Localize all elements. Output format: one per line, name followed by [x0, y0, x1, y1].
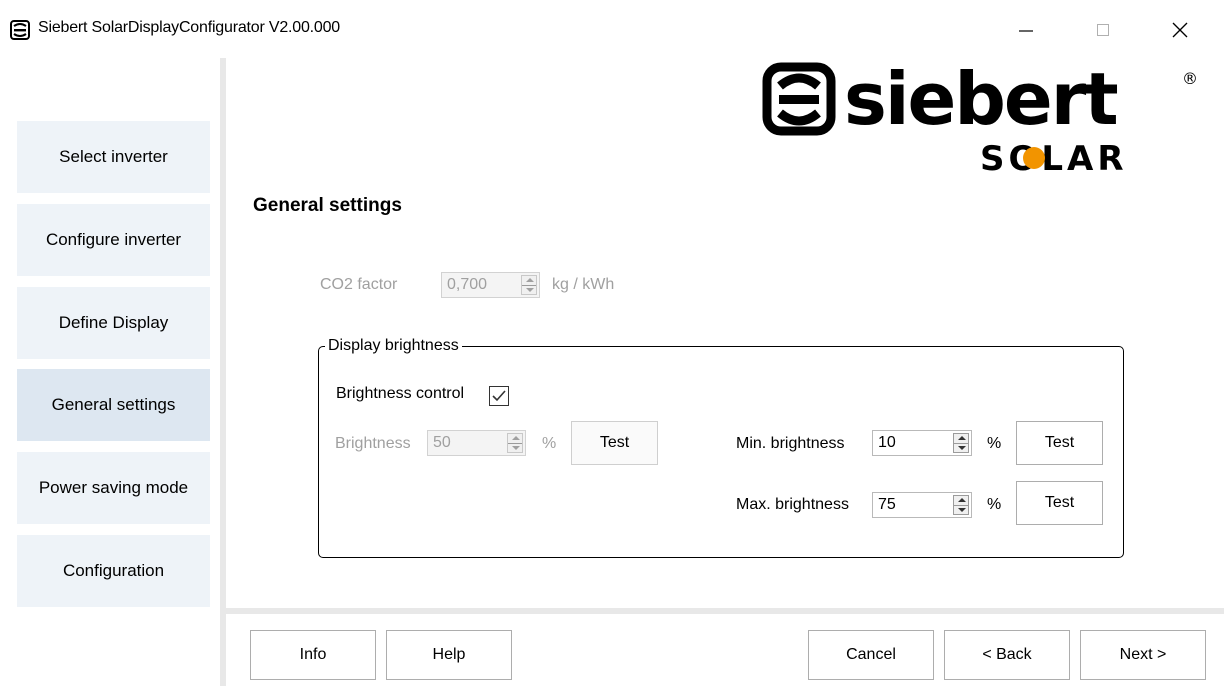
help-button[interactable]: Help: [386, 630, 512, 680]
min-brightness-test-button[interactable]: Test: [1016, 421, 1103, 465]
svg-text:®: ®: [1182, 69, 1198, 88]
maximize-icon: [1097, 24, 1109, 36]
max-brightness-test-button[interactable]: Test: [1016, 481, 1103, 525]
window-title: Siebert SolarDisplayConfigurator V2.00.0…: [38, 19, 340, 36]
max-brightness-value: 75: [878, 496, 896, 513]
info-button[interactable]: Info: [250, 630, 376, 680]
minimize-icon: [1019, 30, 1033, 32]
min-brightness-label: Min. brightness: [736, 435, 845, 452]
page-title: General settings: [253, 195, 402, 216]
min-brightness-stepper[interactable]: 10: [872, 430, 972, 456]
sidebar-divider: [220, 58, 226, 686]
sidebar-item-general-settings[interactable]: General settings: [17, 369, 210, 441]
close-icon: [1172, 22, 1188, 38]
stepper-arrows-icon: [521, 275, 537, 295]
stepper-arrows-icon: [953, 433, 969, 453]
max-brightness-stepper[interactable]: 75: [872, 492, 972, 518]
svg-text:SOLAR: SOLAR: [980, 139, 1128, 179]
sidebar-item-configuration[interactable]: Configuration: [17, 535, 210, 607]
brightness-label: Brightness: [335, 435, 411, 452]
maximize-button[interactable]: [1080, 10, 1126, 50]
min-brightness-unit: %: [987, 435, 1002, 452]
title-bar: Siebert SolarDisplayConfigurator V2.00.0…: [0, 0, 1224, 58]
brightness-stepper[interactable]: 50: [427, 430, 526, 456]
stepper-arrows-icon: [953, 495, 969, 515]
max-brightness-unit: %: [987, 496, 1002, 513]
cancel-button[interactable]: Cancel: [808, 630, 934, 680]
brightness-control-label: Brightness control: [336, 385, 465, 402]
siebert-emblem-icon: [762, 62, 836, 136]
sidebar-item-define-display[interactable]: Define Display: [17, 287, 210, 359]
siebert-solar-logo: siebert ® SOLAR: [762, 62, 1198, 179]
co2-factor-value: 0,700: [447, 276, 488, 293]
brightness-unit: %: [542, 435, 557, 452]
app-icon: [10, 20, 30, 40]
co2-factor-unit: kg / kWh: [552, 276, 615, 293]
stepper-arrows-icon: [507, 433, 523, 453]
back-button[interactable]: < Back: [944, 630, 1070, 680]
display-brightness-legend: Display brightness: [325, 337, 462, 355]
checkmark-icon: [492, 390, 506, 402]
brightness-control-checkbox[interactable]: [489, 386, 509, 406]
sidebar-item-select-inverter[interactable]: Select inverter: [17, 121, 210, 193]
sidebar-item-power-saving-mode[interactable]: Power saving mode: [17, 452, 210, 524]
footer-divider: [226, 608, 1224, 614]
minimize-button[interactable]: [1003, 10, 1049, 50]
brightness-test-button[interactable]: Test: [571, 421, 658, 465]
max-brightness-label: Max. brightness: [736, 496, 849, 513]
co2-factor-label: CO2 factor: [320, 276, 398, 293]
brightness-value: 50: [433, 434, 451, 451]
next-button[interactable]: Next >: [1080, 630, 1206, 680]
sidebar-item-configure-inverter[interactable]: Configure inverter: [17, 204, 210, 276]
svg-text:siebert: siebert: [844, 62, 1117, 141]
close-button[interactable]: [1157, 10, 1203, 50]
co2-factor-stepper[interactable]: 0,700: [441, 272, 540, 298]
min-brightness-value: 10: [878, 434, 896, 451]
